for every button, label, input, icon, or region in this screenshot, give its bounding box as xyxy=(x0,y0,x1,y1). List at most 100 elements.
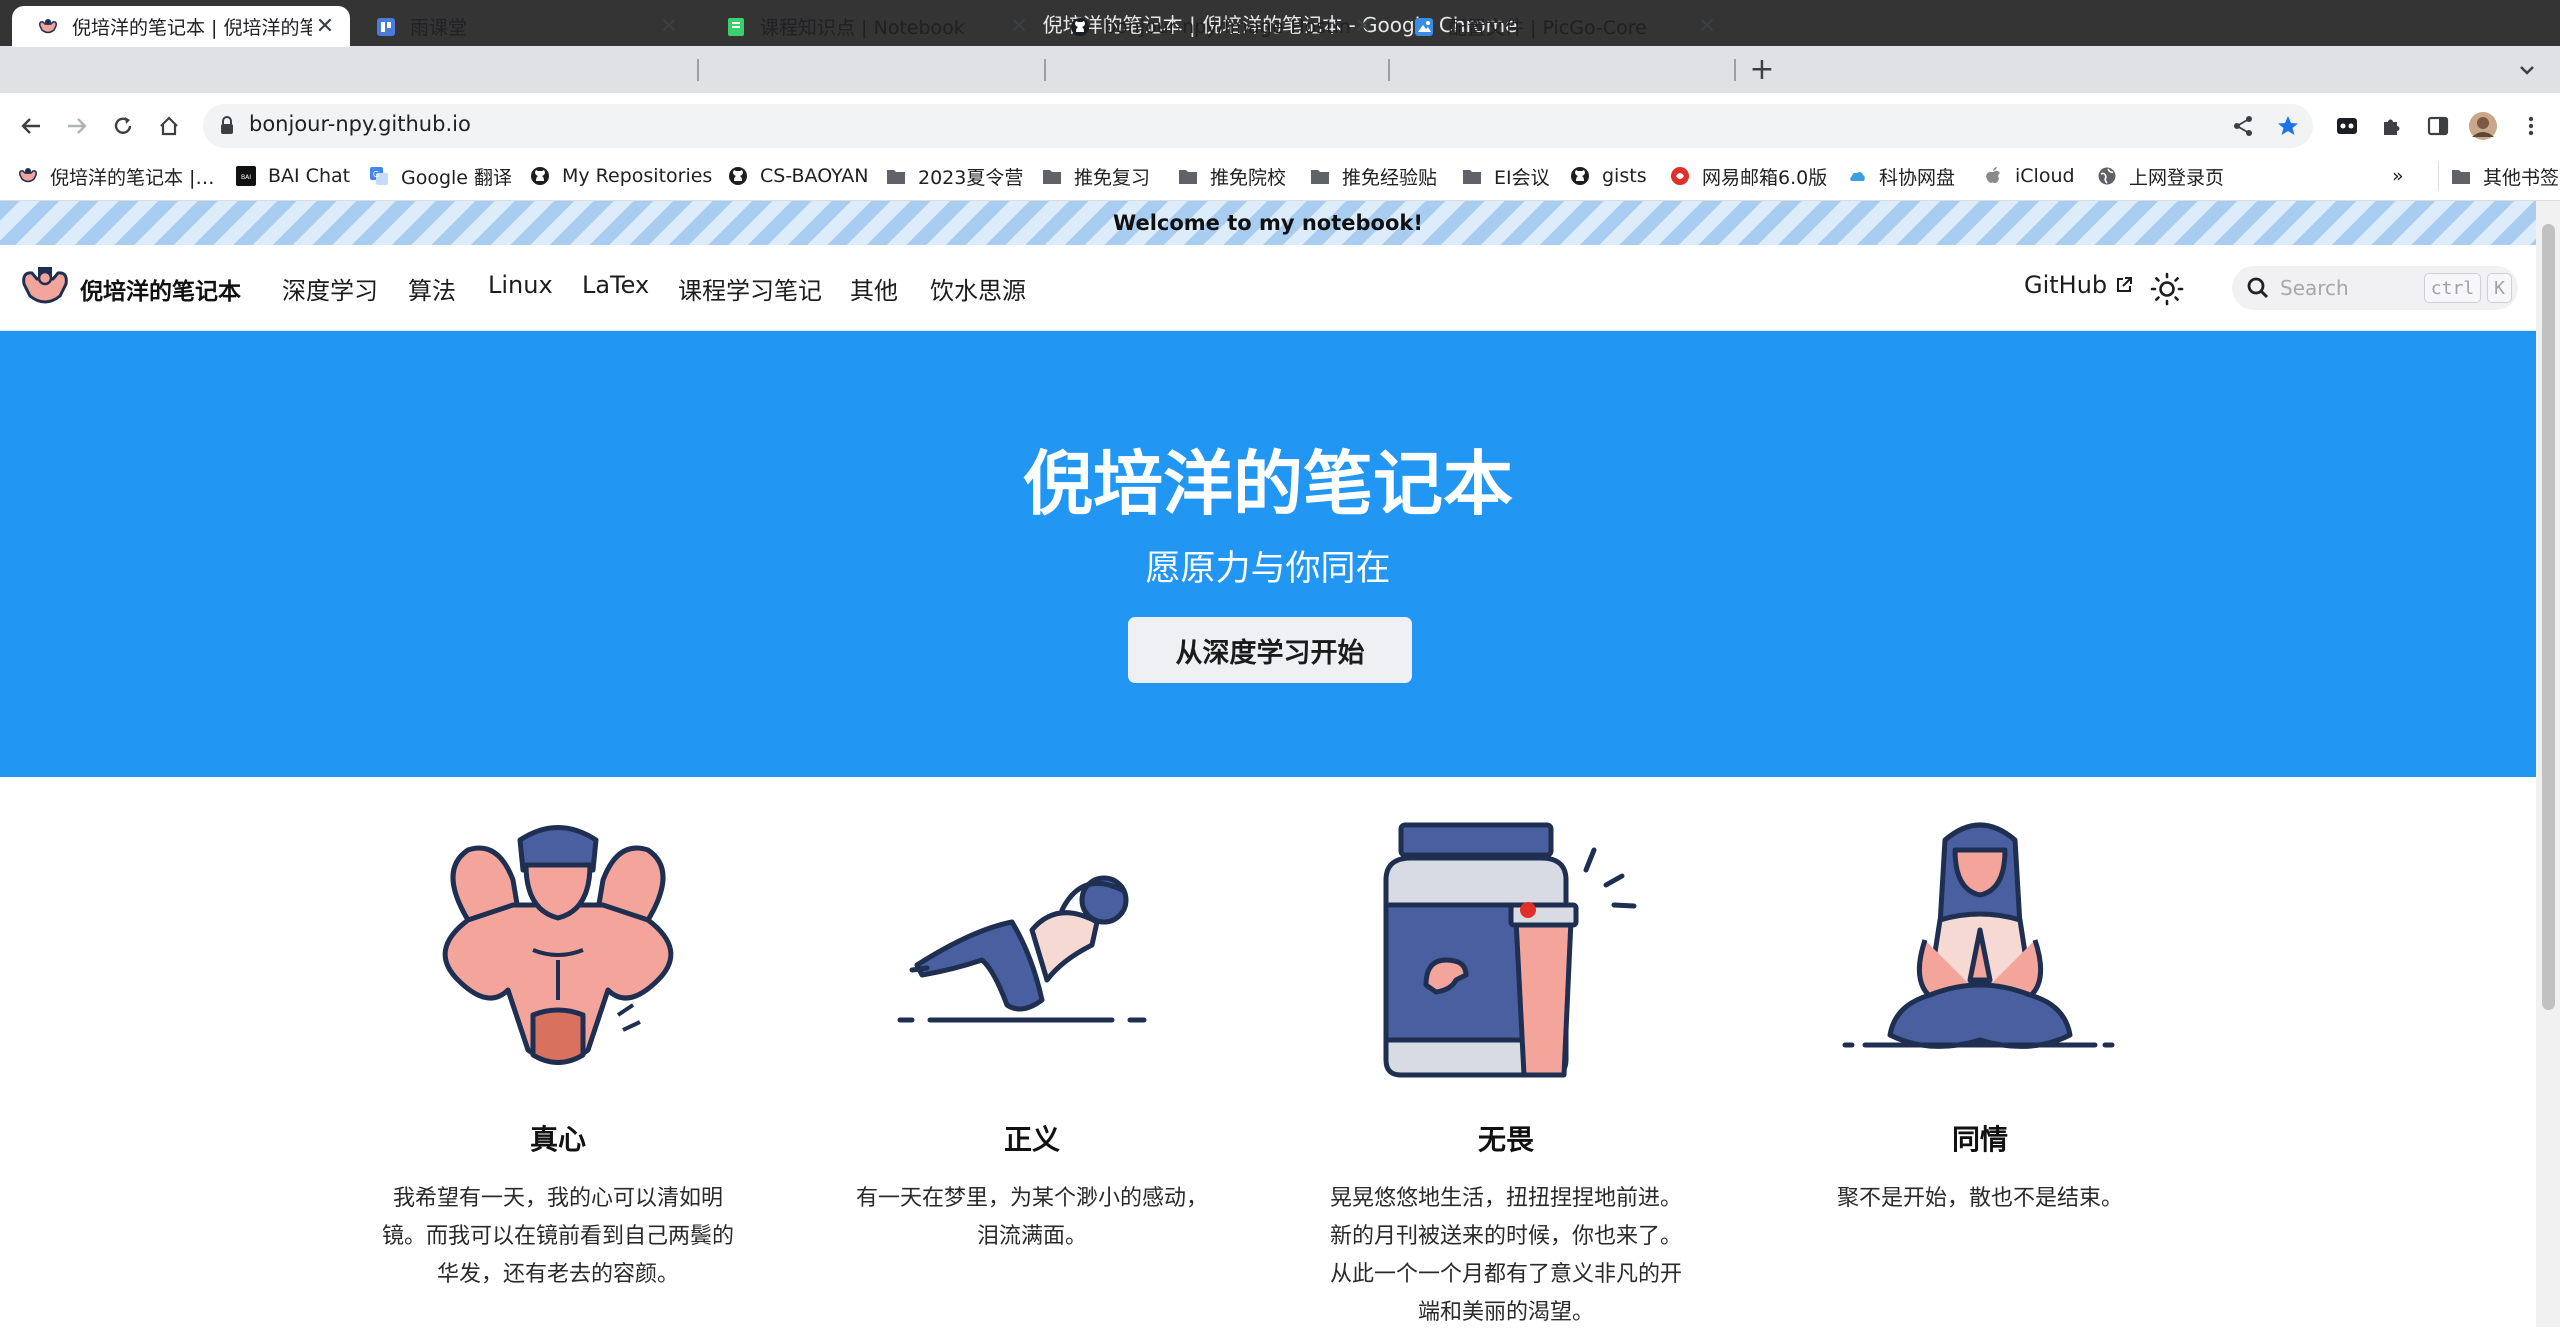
nav-acknowledgements[interactable]: 饮水思源 xyxy=(930,271,1026,306)
bookmark-folder-universities[interactable]: 推免院校 xyxy=(1178,161,1286,191)
bookmark-google-translate[interactable]: G Google 翻译 xyxy=(369,161,512,191)
bookmark-label: 推免经验贴 xyxy=(1342,166,1438,189)
bookmark-label: 网易邮箱6.0版 xyxy=(1702,166,1828,189)
bookmark-label: Google 翻译 xyxy=(401,166,513,189)
nav-linux[interactable]: Linux xyxy=(488,271,553,299)
bodybuilder-illustration xyxy=(408,810,708,1100)
kbd-ctrl: ctrl xyxy=(2423,273,2482,303)
bookmark-label: 2023夏令营 xyxy=(918,166,1024,189)
lock-icon[interactable] xyxy=(216,114,238,138)
extension-tab-icon[interactable] xyxy=(2332,111,2362,141)
bookmark-login-page[interactable]: 上网登录页 xyxy=(2097,161,2224,191)
github-icon xyxy=(530,166,550,186)
tab-search-icon[interactable] xyxy=(2515,58,2539,82)
tab-picgo-config[interactable]: 配置文件 | PicGo-Core ✕ xyxy=(1388,6,1732,47)
feature-description: 晃晃悠悠地生活，扭扭捏捏地前进。 新的月刊被送来的时候，你也来了。 从此一个一个… xyxy=(1306,1180,1706,1332)
other-bookmarks-folder[interactable]: 其他书签 xyxy=(2438,161,2559,191)
extensions-puzzle-icon[interactable] xyxy=(2377,111,2407,141)
external-link-icon xyxy=(2115,276,2133,294)
folder-icon xyxy=(1178,166,1198,186)
bookmark-label: 推免复习 xyxy=(1074,166,1151,189)
folder-icon xyxy=(2451,166,2471,186)
tab-title: 配置文件 | PicGo-Core xyxy=(1448,17,1647,39)
bookmark-label: 推免院校 xyxy=(1210,166,1287,189)
folder-icon xyxy=(1310,166,1330,186)
feature-title: 无畏 xyxy=(1477,1123,1534,1156)
bookmarks-overflow-button[interactable]: » xyxy=(2392,161,2404,191)
nav-algorithms[interactable]: 算法 xyxy=(408,271,456,306)
site-name[interactable]: 倪培洋的笔记本 xyxy=(80,272,241,306)
folder-icon xyxy=(886,166,906,186)
site-logo-icon xyxy=(18,166,38,186)
tab-notebook-home[interactable]: 倪培洋的笔记本 | 倪培洋的笔记本 ✕ xyxy=(12,6,350,47)
start-deep-learning-button[interactable]: 从深度学习开始 xyxy=(1128,617,1412,683)
feature-line: 镜。而我可以在镜前看到自己两鬓的 xyxy=(381,1224,734,1249)
url-text[interactable]: bonjour-npy.github.io xyxy=(249,112,471,136)
bookmark-bai-chat[interactable]: BAI BAI Chat xyxy=(236,161,350,191)
feature-title: 同情 xyxy=(1951,1123,2008,1156)
bookmark-gists[interactable]: gists xyxy=(1570,161,1647,191)
nav-deep-learning[interactable]: 深度学习 xyxy=(282,271,378,306)
bookmark-folder-review[interactable]: 推免复习 xyxy=(1042,161,1150,191)
github-link-label: GitHub xyxy=(2024,271,2108,299)
bookmark-my-repositories[interactable]: My Repositories xyxy=(530,161,712,191)
tab-separator xyxy=(697,59,699,81)
feature-description: 有一天在梦里，为某个渺小的感动， 泪流满面。 xyxy=(832,1180,1232,1256)
nav-course-notes[interactable]: 课程学习笔记 xyxy=(678,271,822,306)
bookmark-folder-ei[interactable]: EI会议 xyxy=(1462,161,1550,191)
hero-subtitle: 愿原力与你同在 xyxy=(1145,549,1391,589)
situp-illustration xyxy=(882,810,1182,1100)
bookmark-icloud[interactable]: iCloud xyxy=(1983,161,2075,191)
protein-jar-illustration xyxy=(1356,810,1656,1100)
bookmark-cloud-drive[interactable]: 科协网盘 xyxy=(1847,161,1955,191)
site-search[interactable]: Search ctrl K xyxy=(2232,266,2518,310)
feature-justice xyxy=(832,810,1232,1100)
close-icon[interactable]: ✕ xyxy=(1006,14,1032,40)
theme-toggle-sun-icon[interactable] xyxy=(2150,272,2184,306)
reload-button[interactable] xyxy=(108,111,138,141)
feature-line: 晃晃悠悠地生活，扭扭捏捏地前进。 xyxy=(1329,1186,1682,1211)
feature-line: 华发，还有老去的容颜。 xyxy=(436,1262,679,1287)
profile-avatar[interactable] xyxy=(2468,111,2498,141)
bookmark-cs-baoyan[interactable]: CS-BAOYAN xyxy=(728,161,868,191)
bookmark-notebook[interactable]: 倪培洋的笔记本 |… xyxy=(18,161,214,191)
github-icon xyxy=(1070,17,1090,37)
tab-rain-classroom[interactable]: 雨课堂 ✕ xyxy=(350,6,694,47)
bookmark-folder-experience[interactable]: 推免经验贴 xyxy=(1310,161,1437,191)
cloud-drive-icon xyxy=(1847,166,1867,186)
bookmark-folder-summer-camp[interactable]: 2023夏令营 xyxy=(886,161,1023,191)
svg-text:BAI: BAI xyxy=(241,174,251,181)
bookmark-star-icon[interactable] xyxy=(2273,111,2303,141)
back-button[interactable] xyxy=(16,111,46,141)
side-panel-icon[interactable] xyxy=(2423,111,2453,141)
tab-image-hosting[interactable]: bonjour-npy/Image-Hosting ✕ xyxy=(1044,6,1388,47)
nav-latex[interactable]: LaTex xyxy=(582,271,649,299)
close-icon[interactable]: ✕ xyxy=(1350,14,1376,40)
feature-description: 聚不是开始，散也不是结束。 xyxy=(1780,1180,2180,1218)
close-icon[interactable]: ✕ xyxy=(1694,14,1720,40)
feature-line: 泪流满面。 xyxy=(976,1224,1087,1249)
forward-button[interactable] xyxy=(62,111,92,141)
scrollbar-thumb[interactable] xyxy=(2542,224,2555,1010)
feature-line: 有一天在梦里，为某个渺小的感动， xyxy=(855,1186,1208,1211)
tab-title: 雨课堂 xyxy=(410,17,468,39)
close-icon[interactable]: ✕ xyxy=(656,14,682,40)
tab-title: 倪培洋的笔记本 | 倪培洋的笔记本 xyxy=(72,17,312,39)
feature-description: 我希望有一天，我的心可以清如明 镜。而我可以在镜前看到自己两鬓的 华发，还有老去… xyxy=(358,1180,758,1294)
close-icon[interactable]: ✕ xyxy=(312,14,338,40)
share-icon[interactable] xyxy=(2228,111,2258,141)
folder-icon xyxy=(1462,166,1482,186)
bookmark-label: iCloud xyxy=(2015,165,2075,187)
address-bar[interactable] xyxy=(203,104,2313,148)
netease-icon xyxy=(1670,166,1690,186)
github-link[interactable]: GitHub xyxy=(2024,271,2133,299)
more-menu-icon[interactable] xyxy=(2516,111,2546,141)
nav-other[interactable]: 其他 xyxy=(850,271,898,306)
new-tab-button[interactable]: + xyxy=(1748,52,1776,87)
meditation-illustration xyxy=(1830,810,2130,1100)
bookmark-netease-mail[interactable]: 网易邮箱6.0版 xyxy=(1670,161,1827,191)
tab-course-notebook[interactable]: 课程知识点 | Notebook ✕ xyxy=(700,6,1044,47)
github-icon xyxy=(728,166,748,186)
site-logo-icon[interactable] xyxy=(20,264,70,310)
home-button[interactable] xyxy=(154,111,184,141)
